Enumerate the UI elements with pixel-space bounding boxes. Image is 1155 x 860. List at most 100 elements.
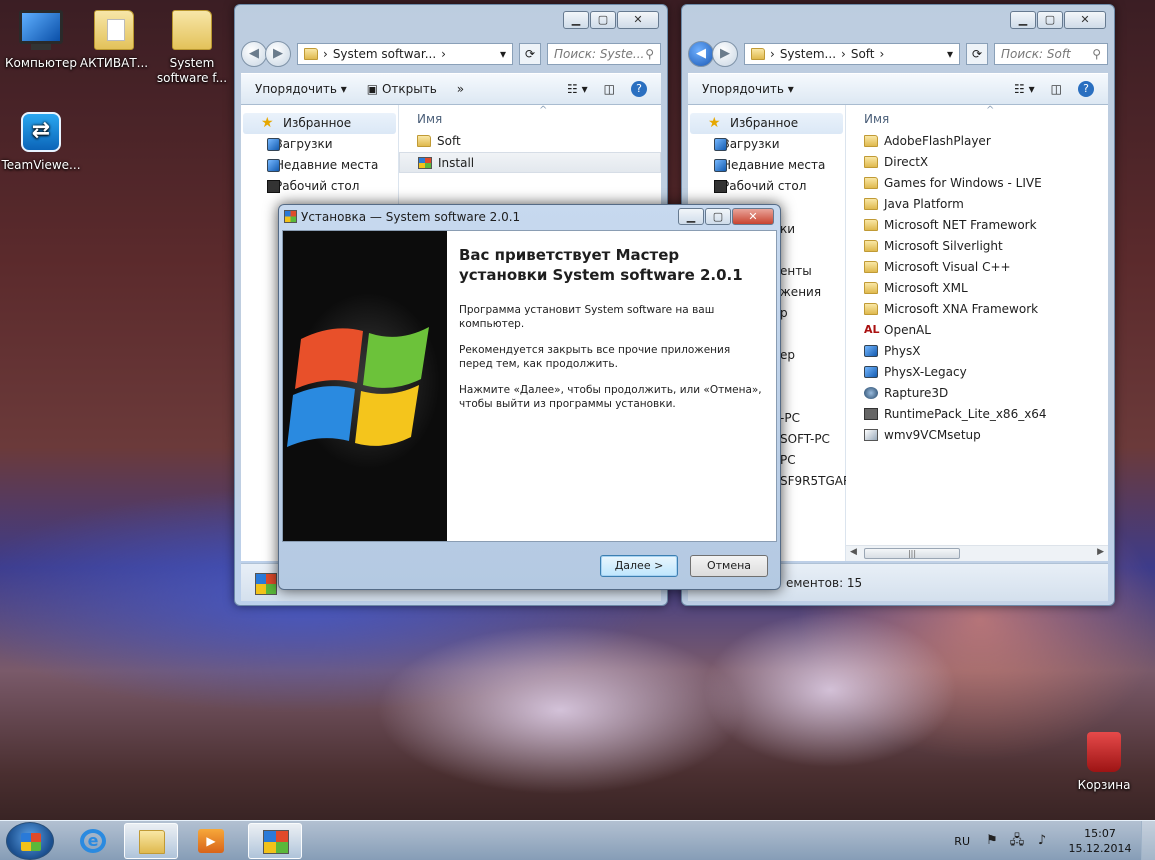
desktop-icon-teamviewer[interactable]: ⇄ TeamViewe... <box>1 110 81 173</box>
address-row: ◀ ▶ › System softwar... › ▾ ⟳ Поиск: Sys… <box>241 39 661 69</box>
column-header-name[interactable]: Имя <box>846 99 1108 131</box>
organize-button[interactable]: Упорядочить ▾ <box>702 82 794 96</box>
help-icon[interactable]: ? <box>1078 81 1094 97</box>
file-row[interactable]: Rapture3D <box>846 383 1108 404</box>
file-row[interactable]: Microsoft NET Framework <box>846 215 1108 236</box>
file-row[interactable]: RuntimePack_Lite_x86_x64 <box>846 404 1108 425</box>
column-header-name[interactable]: Имя <box>399 99 661 131</box>
forward-button[interactable]: ▶ <box>265 41 291 67</box>
nav-item[interactable]: ер <box>780 345 851 366</box>
search-icon: ⚲ <box>645 47 654 61</box>
file-row[interactable]: AL OpenAL <box>846 320 1108 341</box>
desktop-icon-computer[interactable]: Компьютер <box>1 8 81 71</box>
maximize-button[interactable]: ▢ <box>705 208 731 225</box>
scroll-left-icon[interactable]: ◀ <box>850 547 857 557</box>
network-icon[interactable]: 🖧 <box>1009 833 1025 849</box>
file-row[interactable]: Games for Windows - LIVE <box>846 173 1108 194</box>
address-text: System softwar... <box>332 47 437 61</box>
folder-icon <box>304 48 318 60</box>
back-button[interactable]: ◀ <box>241 41 267 67</box>
downloads-icon <box>714 138 727 151</box>
file-row[interactable]: Microsoft Visual C++ <box>846 257 1108 278</box>
chevron-down-icon[interactable]: ▾ <box>947 47 953 61</box>
desktop-icon-system-software[interactable]: System software f... <box>152 8 232 86</box>
nav-item[interactable]: жения <box>780 282 851 303</box>
start-button[interactable] <box>6 822 54 860</box>
more-button[interactable]: » <box>457 82 464 96</box>
close-button[interactable]: ✕ <box>1064 11 1106 29</box>
language-indicator[interactable]: RU <box>954 835 970 848</box>
maximize-button[interactable]: ▢ <box>590 11 616 29</box>
taskbar-ie[interactable]: e <box>66 823 120 859</box>
taskbar-media-player[interactable]: ▶ <box>184 823 238 859</box>
file-row[interactable]: Microsoft XML <box>846 278 1108 299</box>
refresh-button[interactable]: ⟳ <box>519 43 541 65</box>
close-button[interactable]: ✕ <box>732 208 774 225</box>
preview-pane-icon[interactable]: ◫ <box>604 82 615 96</box>
volume-icon[interactable]: ♪ <box>1034 833 1050 849</box>
flag-icon[interactable]: ⚑ <box>984 833 1000 849</box>
dialog-titlebar[interactable]: Установка — System software 2.0.1 ▁ ▢ ✕ <box>279 205 780 229</box>
chevron-down-icon[interactable]: ▾ <box>500 47 506 61</box>
minimize-button[interactable]: ▁ <box>563 11 589 29</box>
nav-item[interactable]: SOFT-PC <box>780 429 851 450</box>
address-segment[interactable]: Soft <box>851 47 875 61</box>
back-button[interactable]: ◀ <box>688 41 714 67</box>
address-segment[interactable]: System... <box>780 47 836 61</box>
nav-downloads[interactable]: Загрузки <box>241 134 398 155</box>
desktop-icon-recycle-bin[interactable]: Корзина <box>1064 730 1144 793</box>
chevron-right-icon: › <box>841 47 846 61</box>
nav-item[interactable]: PC <box>780 450 851 471</box>
nav-recent-places[interactable]: Недавние места <box>241 155 398 176</box>
minimize-button[interactable]: ▁ <box>678 208 704 225</box>
nav-item[interactable]: енты <box>780 261 851 282</box>
nav-item[interactable]: р <box>780 303 851 324</box>
show-desktop-button[interactable] <box>1141 821 1155 860</box>
file-row[interactable]: wmv9VCMsetup <box>846 425 1108 446</box>
view-icon[interactable]: ☷ ▾ <box>1014 82 1035 96</box>
help-icon[interactable]: ? <box>631 81 647 97</box>
address-bar[interactable]: › System... › Soft › ▾ <box>744 43 960 65</box>
horizontal-scrollbar[interactable]: ◀ ||| ▶ <box>846 545 1108 561</box>
view-icon[interactable]: ☷ ▾ <box>567 82 588 96</box>
file-row-soft[interactable]: Soft <box>399 131 661 152</box>
scrollbar-thumb[interactable]: ||| <box>864 548 960 559</box>
nav-desktop[interactable]: Рабочий стол <box>688 176 845 197</box>
maximize-button[interactable]: ▢ <box>1037 11 1063 29</box>
organize-button[interactable]: Упорядочить ▾ <box>255 82 347 96</box>
search-input[interactable]: Поиск: Syste... ⚲ <box>547 43 661 65</box>
file-row[interactable]: PhysX <box>846 341 1108 362</box>
nav-item[interactable]: SF9R5TGAR <box>780 471 851 492</box>
cancel-button[interactable]: Отмена <box>690 555 768 577</box>
taskbar-installer[interactable] <box>248 823 302 859</box>
file-row[interactable]: Java Platform <box>846 194 1108 215</box>
nav-favorites[interactable]: ★ Избранное <box>690 113 843 134</box>
scroll-right-icon[interactable]: ▶ <box>1097 547 1104 557</box>
welcome-heading: Вас приветствует Мастер установки System… <box>459 246 743 284</box>
nav-item[interactable]: -PC <box>780 408 851 429</box>
nav-desktop[interactable]: Рабочий стол <box>241 176 398 197</box>
file-row[interactable]: PhysX-Legacy <box>846 362 1108 383</box>
nav-item[interactable]: ки <box>780 219 851 240</box>
clock[interactable]: 15:07 15.12.2014 <box>1059 826 1141 856</box>
file-row-install[interactable]: Install <box>399 152 661 173</box>
close-button[interactable]: ✕ <box>617 11 659 29</box>
nav-recent-places[interactable]: Недавние места <box>688 155 845 176</box>
nav-downloads[interactable]: Загрузки <box>688 134 845 155</box>
file-row[interactable]: Microsoft XNA Framework <box>846 299 1108 320</box>
search-input[interactable]: Поиск: Soft ⚲ <box>994 43 1108 65</box>
welcome-paragraph: Программа установит System software на в… <box>459 304 715 330</box>
desktop-icon-activator[interactable]: АКТИВАТ... <box>74 8 154 71</box>
file-row[interactable]: DirectX <box>846 152 1108 173</box>
refresh-button[interactable]: ⟳ <box>966 43 988 65</box>
file-row[interactable]: AdobeFlashPlayer <box>846 131 1108 152</box>
taskbar-explorer[interactable] <box>124 823 178 859</box>
preview-pane-icon[interactable]: ◫ <box>1051 82 1062 96</box>
next-button[interactable]: Далее > <box>600 555 678 577</box>
file-row[interactable]: Microsoft Silverlight <box>846 236 1108 257</box>
minimize-button[interactable]: ▁ <box>1010 11 1036 29</box>
nav-favorites[interactable]: ★ Избранное <box>243 113 396 134</box>
forward-button[interactable]: ▶ <box>712 41 738 67</box>
open-button[interactable]: ▣ Открыть <box>367 82 437 96</box>
address-bar[interactable]: › System softwar... › ▾ <box>297 43 513 65</box>
